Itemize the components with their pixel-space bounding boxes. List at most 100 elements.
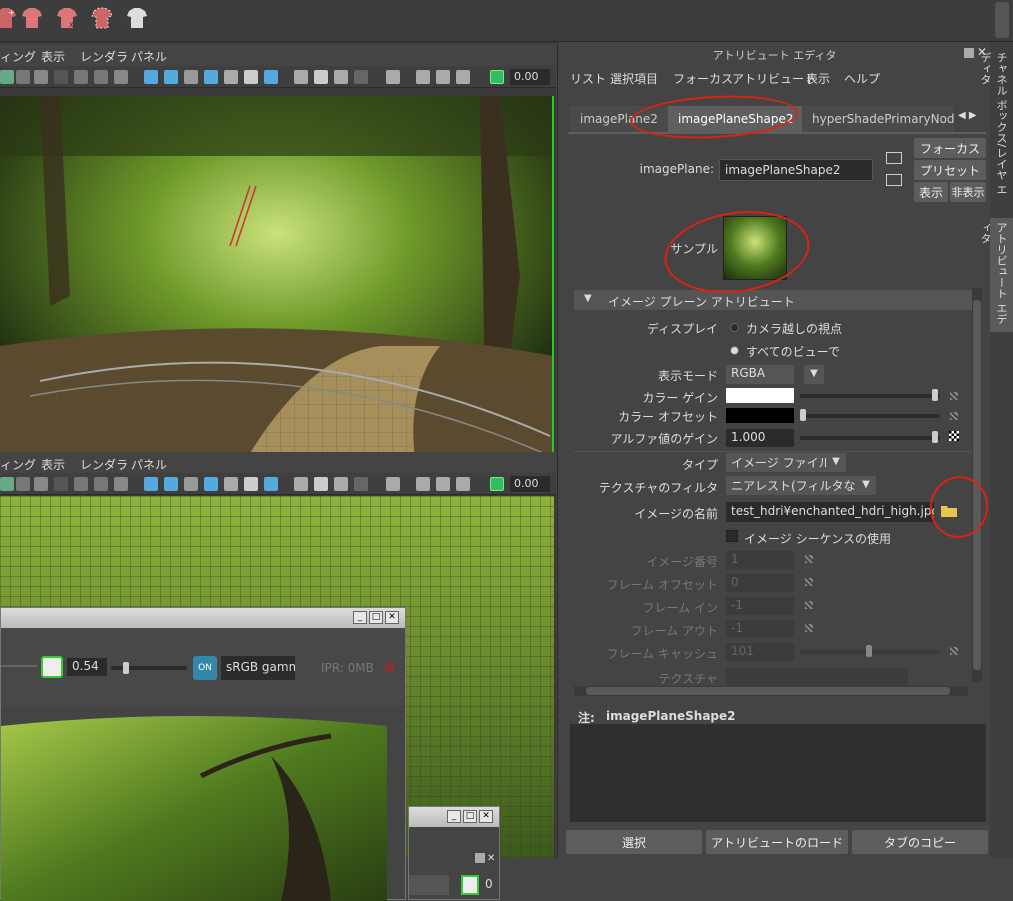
menu-shading-bottom[interactable]: ィング [0,456,36,473]
use-sequence-checkbox[interactable] [726,530,738,542]
color-offset-knob[interactable] [800,409,806,421]
frame-cache-input[interactable]: 101 [726,643,794,661]
display-mode-dropdown[interactable]: RGBA [726,365,794,384]
menu-panels-bottom[interactable]: パネル [131,456,167,473]
aa-icon[interactable] [334,70,348,84]
map-checker-icon[interactable] [949,431,959,441]
wireframe-icon[interactable] [144,477,158,491]
frame-out-input[interactable]: -1 [726,620,794,638]
ae-menu-list[interactable]: リスト [570,70,606,87]
alpha-gain-knob[interactable] [932,431,938,443]
tab-channel-box[interactable]: チャネル ボックス/レイヤ エディタ [979,48,1013,208]
maximize-button[interactable]: □ [369,611,383,624]
light-icon[interactable] [244,70,258,84]
aa-icon[interactable] [334,477,348,491]
grid-icon[interactable] [0,70,14,84]
color-gain-knob[interactable] [932,389,938,401]
chevron-down-icon[interactable]: ▼ [826,453,846,472]
close-button[interactable]: ✕ [479,810,493,823]
gate-icon[interactable] [34,477,48,491]
map-button-icon[interactable] [950,392,958,400]
checker-icon[interactable] [224,70,238,84]
ae-menu-help[interactable]: ヘルプ [844,70,880,87]
xray-icon[interactable] [416,477,430,491]
light-icon[interactable] [244,477,258,491]
horizontal-scroll-thumb[interactable] [586,687,950,695]
type-dropdown[interactable]: イメージ ファイル [726,453,826,472]
exposure-icon[interactable] [490,477,504,491]
text-icon[interactable] [114,477,128,491]
menu-show-bottom[interactable]: 表示 [41,456,65,473]
motion-blur-icon[interactable] [354,70,368,84]
menu-shading[interactable]: ィング [0,48,36,65]
perspective-viewport[interactable]: persp [0,96,554,488]
safe-title-icon[interactable] [94,477,108,491]
isolate-icon[interactable] [386,477,400,491]
image-name-input[interactable]: test_hdri¥enchanted_hdri_high.jpg [726,502,934,522]
tab-scroll-arrows-icon[interactable]: ◀ ▶ [958,110,977,121]
render-image[interactable] [1,716,387,901]
film-icon[interactable] [16,70,30,84]
map-button-icon[interactable] [805,555,813,563]
xray-joints-icon[interactable] [436,70,450,84]
preset-button[interactable]: プリセット [914,160,986,180]
frame-offset-input[interactable]: 0 [726,574,794,592]
shirt-icon[interactable] [20,7,44,29]
wireframe-icon[interactable] [144,70,158,84]
exposure-slider-knob[interactable] [123,662,129,674]
chevron-down-icon[interactable]: ▼ [856,476,876,495]
minimize-button[interactable]: _ [447,810,461,823]
frame-in-input[interactable]: -1 [726,597,794,615]
load-attributes-button[interactable]: アトリビュートのロード [706,830,848,854]
shelf-scroll[interactable] [995,2,1009,38]
film-icon[interactable] [16,477,30,491]
mask-icon[interactable] [54,477,68,491]
shadow-icon[interactable] [264,477,278,491]
motion-blur-icon[interactable] [354,477,368,491]
sphere-icon[interactable] [294,477,308,491]
output-connection-icon[interactable] [886,174,902,186]
xray-icon[interactable] [416,70,430,84]
display-all-views-radio[interactable] [730,346,739,355]
xray-active-icon[interactable] [456,70,470,84]
float-icon[interactable] [964,48,974,58]
smooth-shade-icon[interactable] [164,70,178,84]
gate-icon[interactable] [34,70,48,84]
color-offset-slider[interactable] [800,414,940,418]
texture-input[interactable] [726,668,908,686]
chevron-down-icon[interactable]: ▼ [804,365,824,384]
texture-icon[interactable] [204,477,218,491]
exposure-icon[interactable] [490,70,504,84]
sphere-icon[interactable] [294,70,308,84]
tab-hypershade-primary[interactable]: hyperShadePrimaryNode [802,106,954,132]
safe-action-icon[interactable] [74,477,88,491]
image-number-input[interactable]: 1 [726,551,794,569]
collapse-triangle-icon[interactable]: ▼ [584,293,592,304]
color-gain-swatch[interactable] [726,388,794,403]
small-window-titlebar[interactable]: _ □ ✕ [409,807,499,827]
menu-renderer-bottom[interactable]: レンダラ [80,456,128,473]
show-button[interactable]: 表示 [914,182,948,202]
color-space-field[interactable]: sRGB gamm [221,656,295,680]
ae-menu-attributes[interactable]: アトリビュート [732,70,816,87]
xray-active-icon[interactable] [456,477,470,491]
hide-button[interactable]: 非表示 [950,182,986,202]
map-button-icon[interactable] [950,647,958,655]
exposure-field[interactable]: 0.00 [510,69,550,85]
close-small-icon[interactable]: ✕ [487,853,497,864]
shirt-grid-icon[interactable] [90,7,114,29]
text-icon[interactable] [114,70,128,84]
ae-menu-focus[interactable]: フォーカス [673,70,733,87]
shirt-add-icon[interactable]: + [0,7,18,29]
minimize-button[interactable]: _ [353,611,367,624]
maximize-button[interactable]: □ [463,810,477,823]
exposure-toggle-icon[interactable] [41,656,63,678]
shadow-icon[interactable] [264,70,278,84]
small-dropdown[interactable] [409,875,449,895]
texture-icon[interactable] [204,70,218,84]
shirt-white-icon[interactable] [125,7,149,29]
texture-filter-dropdown[interactable]: ニアレスト(フィルタなし) [726,476,856,495]
map-button-icon[interactable] [805,601,813,609]
menu-renderer[interactable]: レンダラ [80,48,128,65]
menu-show[interactable]: 表示 [41,48,65,65]
